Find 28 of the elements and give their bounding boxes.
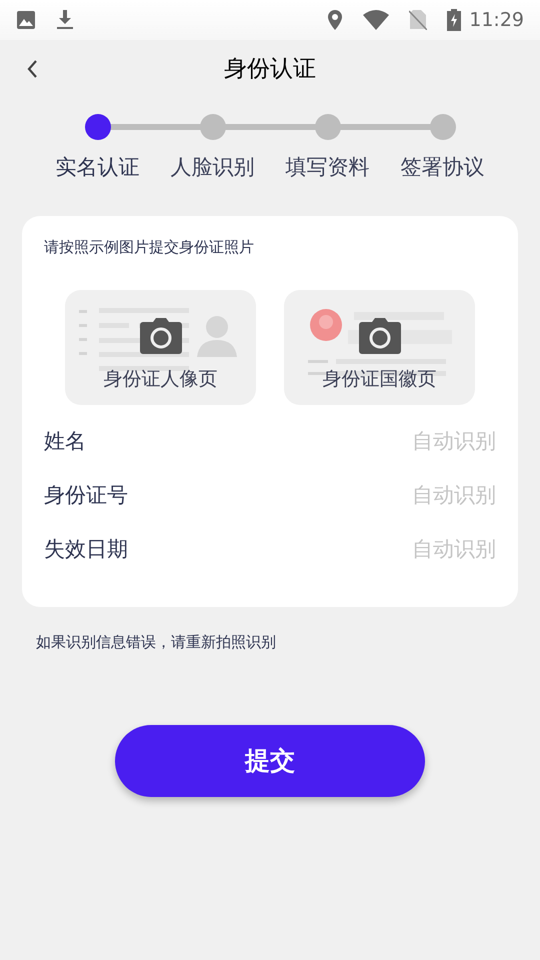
field-label: 身份证号 (44, 482, 128, 509)
field-label: 失效日期 (44, 536, 128, 563)
back-icon (26, 59, 38, 79)
auto-fill-field[interactable]: 自动识别 (336, 426, 496, 458)
image-icon (16, 10, 36, 30)
wifi-icon (363, 10, 390, 30)
battery-icon (447, 9, 462, 31)
camera-icon (140, 318, 182, 354)
field-label: 姓名 (44, 428, 86, 455)
hint-text: 如果识别信息错误，请重新拍照识别 (36, 632, 277, 652)
instruction-text: 请按照示例图片提交身份证照片 (44, 237, 255, 258)
download-icon (56, 10, 74, 30)
no-sim-icon (409, 10, 428, 30)
submit-button[interactable]: 提交 (115, 725, 425, 797)
step-label: 签署协议 (400, 154, 484, 181)
location-icon (327, 10, 344, 30)
camera-icon (358, 318, 400, 354)
auto-fill-field[interactable]: 自动识别 (336, 480, 496, 512)
id-photo-upload[interactable]: 身份证国徽页 (284, 290, 475, 404)
step-label: 填写资料 (286, 154, 370, 181)
id-photo-upload[interactable]: 身份证人像页 (65, 290, 256, 404)
upload-label: 身份证人像页 (102, 366, 218, 392)
page-title: 身份认证 (224, 54, 316, 84)
step-label: 人脸识别 (170, 154, 254, 181)
upload-label: 身份证国徽页 (322, 366, 438, 392)
status-time: 11:29 (469, 8, 524, 33)
step-label: 实名认证 (56, 154, 140, 181)
auto-fill-field[interactable]: 自动识别 (336, 534, 496, 566)
